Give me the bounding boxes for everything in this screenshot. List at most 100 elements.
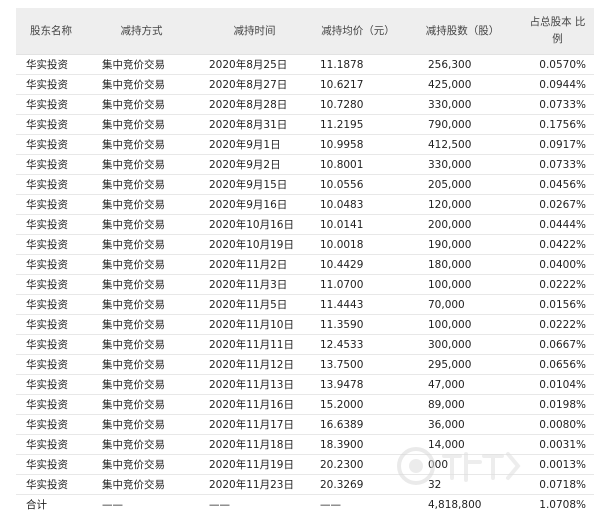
reduction-method-cell: 集中竞价交易 bbox=[86, 394, 197, 415]
reduction-method-cell: 集中竞价交易 bbox=[86, 194, 197, 215]
reduction-date-cell: 2020年9月2日 bbox=[197, 154, 312, 175]
reduction-method-cell: 集中竞价交易 bbox=[86, 134, 197, 155]
shares-reduced-cell: 256,300 bbox=[404, 54, 521, 75]
average-price-cell: 13.9478 bbox=[312, 374, 404, 395]
reduction-method-cell: —— bbox=[102, 498, 123, 511]
share-ratio-cell: 1.0708% bbox=[539, 498, 586, 511]
table-row: 华实投资 集中竞价交易 2020年11月13日 13.9478 47,000 0.0104… bbox=[16, 374, 594, 395]
average-price-cell: 10.7280 bbox=[312, 94, 404, 115]
header-share-ratio: 占总股本 比例 bbox=[521, 8, 594, 55]
reduction-method-cell: 集中竞价交易 bbox=[86, 174, 197, 195]
shares-reduced-cell: 100,000 bbox=[404, 274, 521, 295]
share-ratio-cell: 0.1756% bbox=[521, 114, 594, 135]
table-row: 华实投资 集中竞价交易 2020年11月17日 16.6389 36,000 0.0080… bbox=[16, 414, 594, 435]
average-price-cell: —— bbox=[320, 498, 341, 511]
share-ratio-cell: 0.0733% bbox=[521, 94, 594, 115]
shares-reduced-cell: 120,000 bbox=[404, 194, 521, 215]
shareholder-name-cell: 华实投资 bbox=[16, 154, 86, 175]
shareholder-name-cell: 华实投资 bbox=[16, 334, 86, 355]
reduction-date-cell: 2020年11月11日 bbox=[197, 334, 312, 355]
table-row: 华实投资 集中竞价交易 2020年10月19日 10.0018 190,000 0.042… bbox=[16, 234, 594, 255]
reduction-method-cell: 集中竞价交易 bbox=[86, 374, 197, 395]
shares-reduced-cell: 295,000 bbox=[404, 354, 521, 375]
reduction-date-cell: 2020年8月31日 bbox=[197, 114, 312, 135]
shares-reduced-cell: 47,000 bbox=[404, 374, 521, 395]
reduction-method-cell: 集中竞价交易 bbox=[86, 474, 197, 495]
shareholder-name-cell: 华实投资 bbox=[16, 354, 86, 375]
reduction-method-cell: 集中竞价交易 bbox=[86, 414, 197, 435]
header-reduction-date: 减持时间 bbox=[197, 8, 312, 55]
reduction-date-cell: 2020年9月1日 bbox=[197, 134, 312, 155]
header-shareholder-name: 股东名称 bbox=[16, 8, 86, 55]
reduction-method-cell: 集中竞价交易 bbox=[86, 434, 197, 455]
page: 股东名称 减持方式 减持时间 减持均价（元） 减持股数（股） 占总股本 比例 华… bbox=[0, 0, 600, 521]
shareholder-name-cell: 华实投资 bbox=[16, 114, 86, 135]
shareholder-name-cell: 华实投资 bbox=[16, 234, 86, 255]
reduction-date-cell: 2020年11月19日 bbox=[197, 454, 312, 475]
average-price-cell: 10.0556 bbox=[312, 174, 404, 195]
share-ratio-cell: 0.0422% bbox=[521, 234, 594, 255]
reduction-date-cell: 2020年11月23日 bbox=[197, 474, 312, 495]
shareholder-name-cell: 华实投资 bbox=[16, 94, 86, 115]
reduction-method-cell: 集中竞价交易 bbox=[86, 274, 197, 295]
reduction-method-cell: 集中竞价交易 bbox=[86, 54, 197, 75]
average-price-cell: 11.0700 bbox=[312, 274, 404, 295]
share-ratio-cell: 0.0944% bbox=[521, 74, 594, 95]
average-price-cell: 20.3269 bbox=[312, 474, 404, 495]
table-row: 华实投资 集中竞价交易 2020年8月25日 11.1878 256,300 0.0570… bbox=[16, 54, 594, 75]
share-ratio-cell: 0.0104% bbox=[521, 374, 594, 395]
share-ratio-cell: 0.0733% bbox=[521, 154, 594, 175]
total-row: 合计 —— —— —— 4,818,800 1.0708% bbox=[16, 495, 594, 515]
reduction-date-cell: 2020年11月12日 bbox=[197, 354, 312, 375]
shareholder-name-cell: 华实投资 bbox=[16, 214, 86, 235]
reduction-method-cell: 集中竞价交易 bbox=[86, 254, 197, 275]
shareholder-name-cell: 华实投资 bbox=[16, 134, 86, 155]
reduction-date-cell: 2020年11月17日 bbox=[197, 414, 312, 435]
table-row: 华实投资 集中竞价交易 2020年11月10日 11.3590 100,000 0.022… bbox=[16, 314, 594, 335]
table-row: 华实投资 集中竞价交易 2020年9月16日 10.0483 120,000 0.0267… bbox=[16, 194, 594, 215]
shareholder-name-cell: 华实投资 bbox=[16, 274, 86, 295]
reduction-method-cell: 集中竞价交易 bbox=[86, 454, 197, 475]
reduction-method-cell: 集中竞价交易 bbox=[86, 234, 197, 255]
table-row: 华实投资 集中竞价交易 2020年8月31日 11.2195 790,000 0.1756… bbox=[16, 114, 594, 135]
watermark-logo bbox=[397, 447, 521, 485]
table-row: 华实投资 集中竞价交易 2020年11月12日 13.7500 295,000 0.065… bbox=[16, 354, 594, 375]
table-row: 华实投资 集中竞价交易 2020年11月2日 10.4429 180,000 0.0400… bbox=[16, 254, 594, 275]
shareholder-name-cell: 华实投资 bbox=[16, 194, 86, 215]
share-ratio-cell: 0.0456% bbox=[521, 174, 594, 195]
reduction-date-cell: —— bbox=[209, 498, 230, 511]
shareholder-name-cell: 华实投资 bbox=[16, 474, 86, 495]
share-ratio-cell: 0.0222% bbox=[521, 314, 594, 335]
reduction-date-cell: 2020年11月10日 bbox=[197, 314, 312, 335]
share-ratio-cell: 0.0198% bbox=[521, 394, 594, 415]
shareholder-name-cell: 华实投资 bbox=[16, 74, 86, 95]
shareholder-name-cell: 华实投资 bbox=[16, 294, 86, 315]
table-row: 华实投资 集中竞价交易 2020年9月15日 10.0556 205,000 0.0456… bbox=[16, 174, 594, 195]
shareholder-name-cell: 华实投资 bbox=[16, 174, 86, 195]
reduction-date-cell: 2020年8月25日 bbox=[197, 54, 312, 75]
table-row: 华实投资 集中竞价交易 2020年9月2日 10.8001 330,000 0.0733% bbox=[16, 154, 594, 175]
reduction-date-cell: 2020年11月16日 bbox=[197, 394, 312, 415]
average-price-cell: 18.3900 bbox=[312, 434, 404, 455]
shareholder-name-cell: 华实投资 bbox=[16, 54, 86, 75]
shares-reduced-cell: 425,000 bbox=[404, 74, 521, 95]
header-shares-reduced: 减持股数（股） bbox=[404, 8, 521, 55]
average-price-cell: 12.4533 bbox=[312, 334, 404, 355]
average-price-cell: 16.6389 bbox=[312, 414, 404, 435]
shares-reduced-cell: 190,000 bbox=[404, 234, 521, 255]
average-price-cell: 10.0483 bbox=[312, 194, 404, 215]
reduction-method-cell: 集中竞价交易 bbox=[86, 314, 197, 335]
reduction-date-cell: 2020年10月19日 bbox=[197, 234, 312, 255]
shareholder-name-cell: 合计 bbox=[26, 499, 47, 511]
reduction-date-cell: 2020年11月18日 bbox=[197, 434, 312, 455]
shares-reduced-cell: 330,000 bbox=[404, 94, 521, 115]
share-ratio-cell: 0.0267% bbox=[521, 194, 594, 215]
reduction-method-cell: 集中竞价交易 bbox=[86, 354, 197, 375]
shares-reduced-cell: 4,818,800 bbox=[428, 498, 482, 511]
average-price-cell: 15.2000 bbox=[312, 394, 404, 415]
shares-reduced-cell: 300,000 bbox=[404, 334, 521, 355]
average-price-cell: 10.4429 bbox=[312, 254, 404, 275]
shares-reduced-cell: 36,000 bbox=[404, 414, 521, 435]
share-ratio-cell: 0.0656% bbox=[521, 354, 594, 375]
shares-reduced-cell: 200,000 bbox=[404, 214, 521, 235]
